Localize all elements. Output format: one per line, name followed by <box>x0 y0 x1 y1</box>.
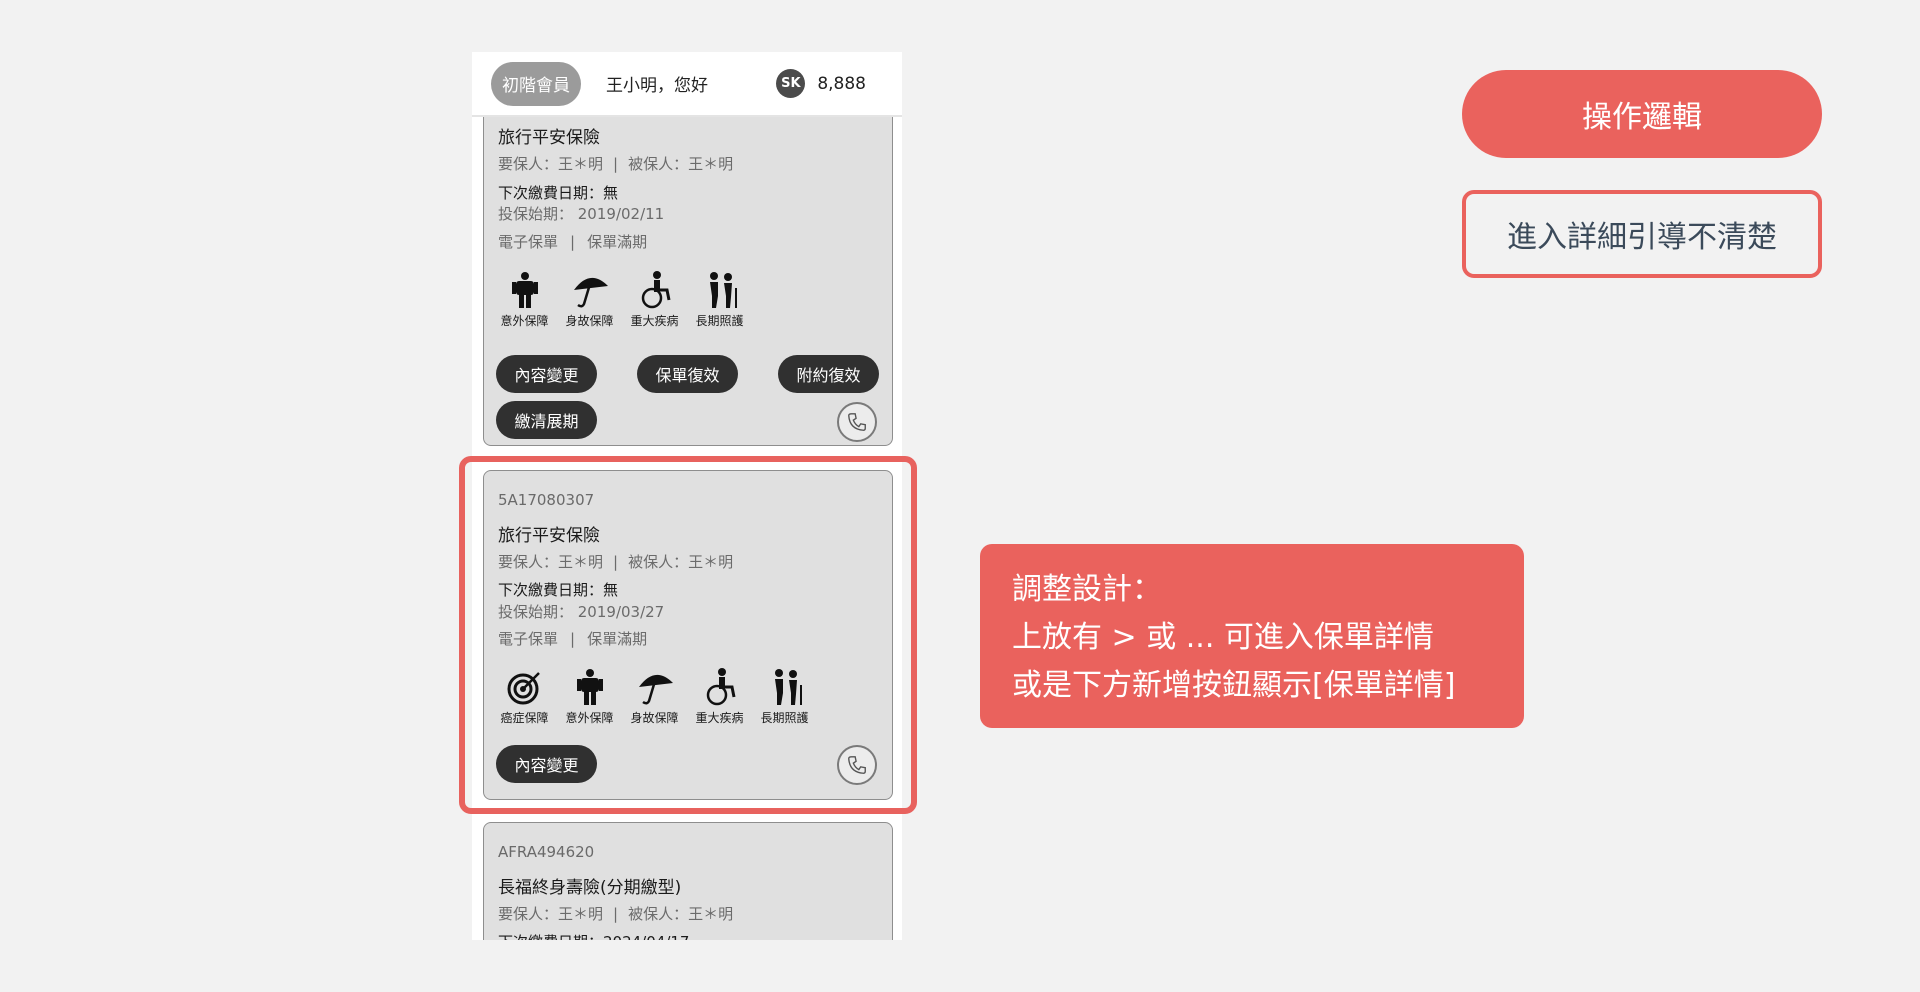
insured-text: 被保人：王＊明 <box>628 155 734 173</box>
coverage-accident: 意外保障 <box>492 270 557 329</box>
applicant-text: 要保人：王＊明 <box>498 553 604 571</box>
elderly-care-icon <box>709 272 737 308</box>
coverage-icons: 意外保障 身故保障 重大疾病 長期照護 <box>492 270 752 329</box>
suggestion-callout: 調整設計： 上放有 > 或 ... 可進入保單詳情 或是下方新增按鈕顯示[保單詳… <box>980 544 1524 728</box>
accident-icon <box>576 669 603 705</box>
start-date: 投保始期： 2019/03/27 <box>498 603 665 621</box>
phone-icon <box>848 756 866 774</box>
coverage-cancer: 癌症保障 <box>492 667 557 726</box>
coverage-label: 重大疾病 <box>695 711 744 725</box>
policy-people: 要保人：王＊明 | 被保人：王＊明 <box>498 551 733 572</box>
separator: | <box>570 630 576 648</box>
umbrella-icon <box>573 277 608 308</box>
applicant-text: 要保人：王＊明 <box>498 155 604 173</box>
points-value: 8,888 <box>817 73 866 94</box>
policy-name: 旅行平安保險 <box>498 526 600 546</box>
content-change-button[interactable]: 內容變更 <box>496 745 597 783</box>
rider-reinstate-button[interactable]: 附約復效 <box>778 355 879 393</box>
start-date: 投保始期： 2019/02/11 <box>498 205 665 223</box>
call-button[interactable] <box>837 745 877 785</box>
greeting-text: 王小明，您好 <box>606 76 708 96</box>
elderly-care-icon <box>774 669 802 705</box>
mobile-screen: 初階會員 王小明，您好 SK 8,888 旅行平安保險 要保人：王＊明 | 被保人：… <box>472 52 902 940</box>
coverage-label: 癌症保障 <box>500 711 549 725</box>
tag-e-policy: 電子保單 <box>498 630 559 648</box>
policy-people: 要保人：王＊明 | 被保人：王＊明 <box>498 903 733 924</box>
policy-card: 5A17080307 旅行平安保險 要保人：王＊明 | 被保人：王＊明 下次繳費日期… <box>483 470 893 800</box>
policy-number: 5A17080307 <box>498 491 595 509</box>
coverage-label: 意外保障 <box>500 314 549 328</box>
coverage-label: 意外保障 <box>565 711 614 725</box>
coverage-label: 長期照護 <box>695 314 744 328</box>
policy-people: 要保人：王＊明 | 被保人：王＊明 <box>498 153 733 174</box>
insured-text: 被保人：王＊明 <box>628 553 734 571</box>
content-change-button[interactable]: 內容變更 <box>496 355 597 393</box>
coverage-death: 身故保障 <box>622 667 687 726</box>
policy-name: 長福終身壽險(分期繳型) <box>498 878 682 898</box>
coverage-label: 長期照護 <box>760 711 809 725</box>
phone-icon <box>848 413 866 431</box>
coverage-label: 身故保障 <box>630 711 679 725</box>
tag-maturity: 保單滿期 <box>587 233 648 251</box>
tag-e-policy: 電子保單 <box>498 233 559 251</box>
next-payment-date: 下次繳費日期：2024/04/17 <box>498 931 689 940</box>
separator: | <box>613 905 619 923</box>
call-button[interactable] <box>837 402 877 442</box>
separator: | <box>570 233 576 251</box>
umbrella-icon <box>638 674 673 705</box>
coverage-longterm: 長期照護 <box>687 270 752 329</box>
accident-icon <box>511 272 538 308</box>
coverage-longterm: 長期照護 <box>752 667 817 726</box>
policy-name: 旅行平安保險 <box>498 128 600 148</box>
policy-number: AFRA494620 <box>498 843 595 861</box>
sk-points-icon: SK <box>776 69 806 98</box>
next-payment-date: 下次繳費日期：無 <box>498 184 619 202</box>
suggestion-line: 或是下方新增按鈕顯示[保單詳情] <box>1012 668 1456 703</box>
member-header: 初階會員 王小明，您好 SK 8,888 <box>472 52 902 117</box>
category-label: 操作邏輯 <box>1462 70 1822 158</box>
separator: | <box>613 155 619 173</box>
suggestion-line: 調整設計： <box>1012 572 1162 607</box>
next-payment-date: 下次繳費日期：無 <box>498 581 619 599</box>
paid-up-extension-button[interactable]: 繳清展期 <box>496 401 597 439</box>
coverage-label: 身故保障 <box>565 314 614 328</box>
wheelchair-icon <box>641 271 670 309</box>
insured-text: 被保人：王＊明 <box>628 905 734 923</box>
separator: | <box>613 553 619 571</box>
applicant-text: 要保人：王＊明 <box>498 905 604 923</box>
tag-maturity: 保單滿期 <box>587 630 648 648</box>
member-level-badge: 初階會員 <box>491 61 581 106</box>
suggestion-line: 上放有 > 或 ... 可進入保單詳情 <box>1012 620 1434 655</box>
target-icon <box>507 672 540 705</box>
coverage-critical: 重大疾病 <box>687 667 752 726</box>
coverage-icons: 癌症保障 意外保障 身故保障 重大疾病 長期照護 <box>492 667 817 726</box>
coverage-critical: 重大疾病 <box>622 270 687 329</box>
coverage-accident: 意外保障 <box>557 667 622 726</box>
coverage-label: 重大疾病 <box>630 314 679 328</box>
policy-card: AFRA494620 長福終身壽險(分期繳型) 要保人：王＊明 | 被保人：王＊明 … <box>483 822 893 940</box>
policy-tags: 電子保單 | 保單滿期 <box>498 231 647 252</box>
coverage-death: 身故保障 <box>557 270 622 329</box>
policy-reinstate-button[interactable]: 保單復效 <box>637 355 738 393</box>
policy-tags: 電子保單 | 保單滿期 <box>498 628 647 649</box>
issue-label: 進入詳細引導不清楚 <box>1462 190 1822 278</box>
wheelchair-icon <box>706 668 735 706</box>
